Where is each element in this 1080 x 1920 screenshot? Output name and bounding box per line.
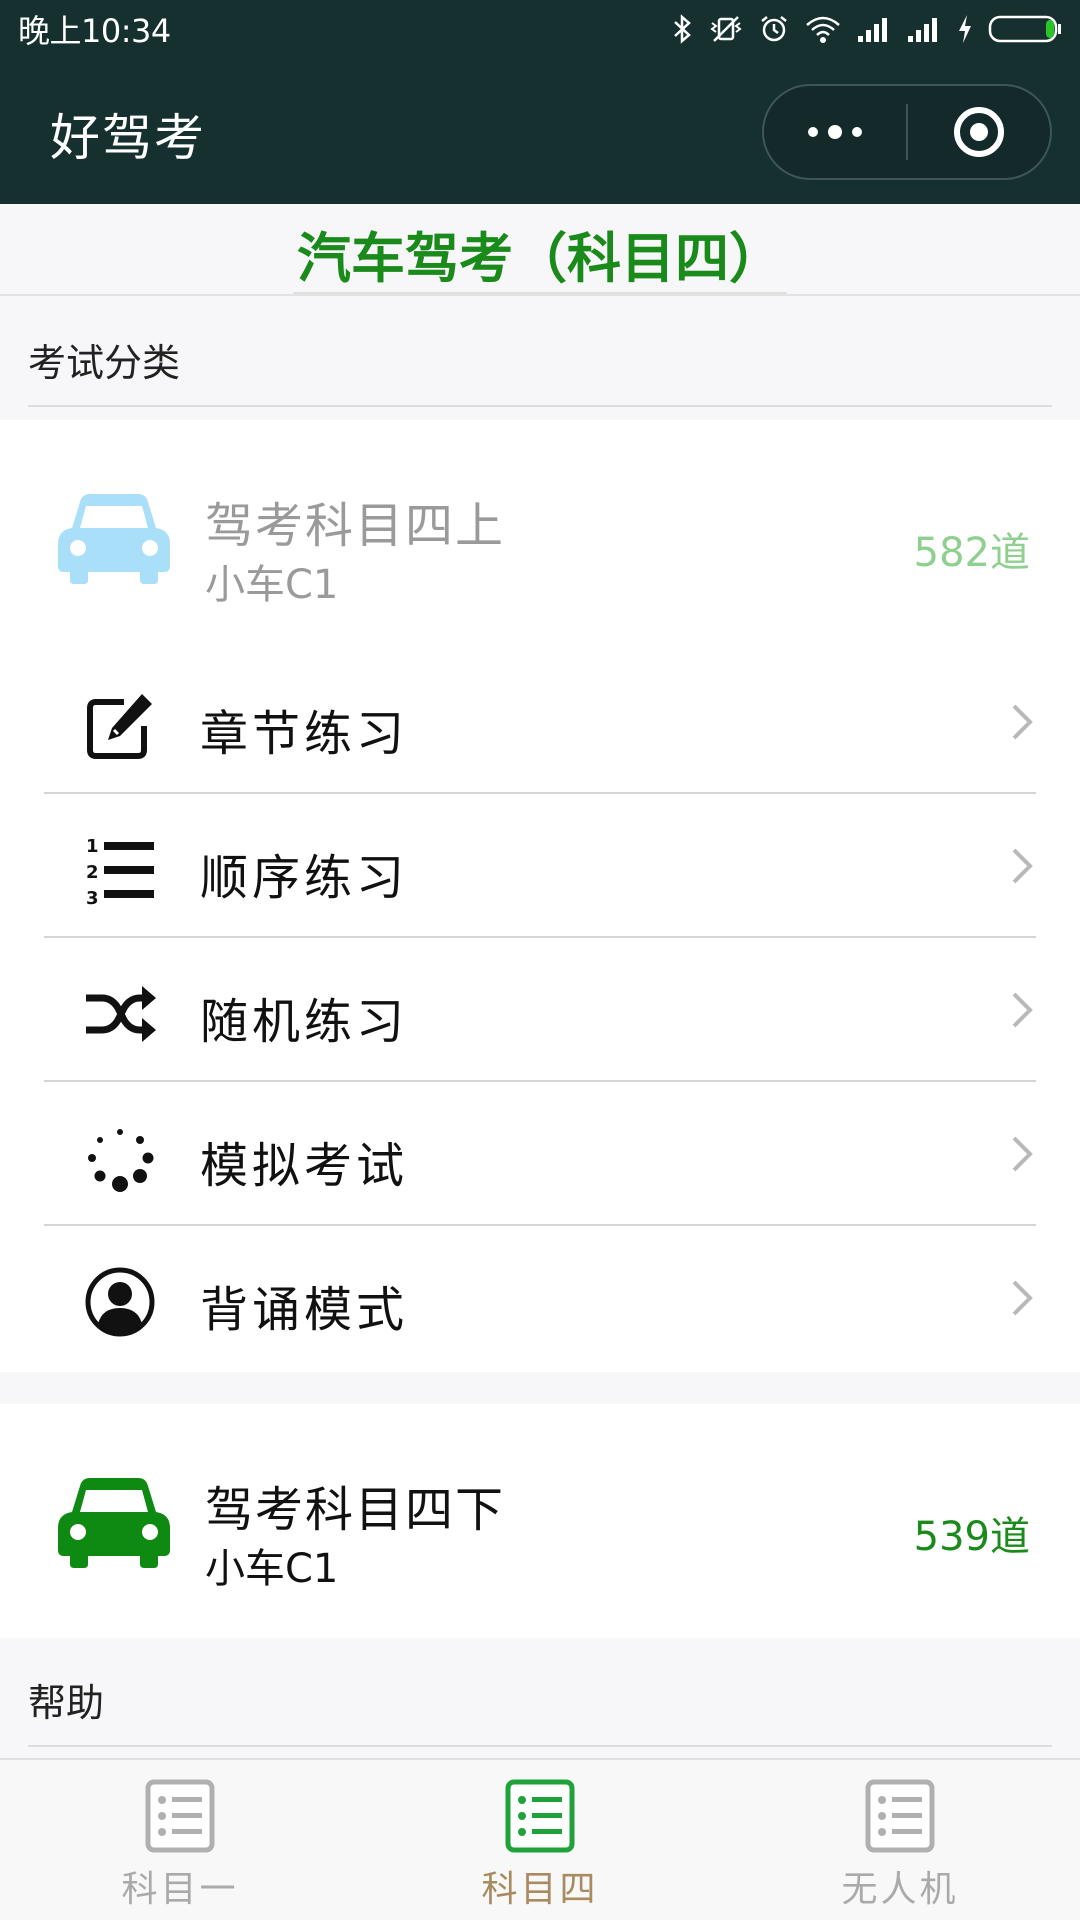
status-icons: [670, 13, 1062, 45]
target-icon: [953, 107, 1004, 157]
tab-label: 科目四: [481, 1869, 599, 1910]
edit-icon: [87, 694, 152, 759]
question-count: 582道: [913, 530, 1030, 576]
menu-item-random-practice[interactable]: 随机练习: [44, 938, 1036, 1082]
miniprogram-capsule: [762, 84, 1052, 180]
tab-label: 无人机: [841, 1869, 959, 1910]
practice-menu: 章节练习 1 2 3 顺序练习 随机练习 模拟考试 背诵模式: [0, 650, 1080, 1370]
chevron-right-icon: [1012, 1280, 1033, 1316]
close-miniprogram-button[interactable]: [908, 86, 1050, 178]
menu-item-recite-mode[interactable]: 背诵模式: [44, 1226, 1036, 1370]
section-exam-category: 考试分类: [28, 332, 1052, 407]
spinner-icon: [88, 1129, 154, 1192]
app-root: 晚上10:34 好驾考 汽车驾考（科目四） 考试分类 驾考科目四上 小车C1 5…: [0, 0, 1080, 1920]
signal-icon-2: [906, 14, 942, 44]
app-title: 好驾考: [50, 109, 206, 167]
checklist-icon: [145, 1779, 215, 1853]
chevron-right-icon: [1012, 1136, 1033, 1172]
tab-subject-four[interactable]: 科目四: [360, 1760, 720, 1920]
vibrate-off-icon: [708, 13, 744, 45]
svg-text:3: 3: [86, 888, 99, 906]
page-title: 汽车驾考（科目四）: [293, 214, 787, 294]
status-time: 晚上10:34: [18, 12, 171, 50]
battery-icon: [988, 14, 1062, 44]
tab-subject-one[interactable]: 科目一: [0, 1760, 360, 1920]
section-help: 帮助: [28, 1672, 1052, 1747]
checklist-icon: [865, 1779, 935, 1853]
menu-label: 模拟考试: [200, 1138, 409, 1194]
car-icon: [58, 1478, 170, 1568]
menu-label: 顺序练习: [200, 850, 409, 906]
exam-card-lower[interactable]: 驾考科目四下 小车C1 539道: [0, 1404, 1080, 1638]
tab-drone[interactable]: 无人机: [720, 1760, 1080, 1920]
menu-item-sequential-practice[interactable]: 1 2 3 顺序练习: [44, 794, 1036, 938]
status-bar: 晚上10:34: [0, 0, 1080, 58]
ordered-list-icon: 1 2 3: [86, 836, 154, 906]
chevron-right-icon: [1012, 704, 1033, 740]
question-count: 539道: [913, 1514, 1030, 1560]
exam-card-header[interactable]: 驾考科目四上 小车C1 582道: [0, 420, 1080, 650]
menu-label: 背诵模式: [200, 1282, 409, 1338]
card-subtitle: 小车C1: [205, 562, 339, 608]
chevron-right-icon: [1012, 848, 1033, 884]
exam-card-header: 驾考科目四下 小车C1 539道: [0, 1404, 1080, 1634]
menu-item-mock-exam[interactable]: 模拟考试: [44, 1082, 1036, 1226]
menu-label: 章节练习: [200, 706, 409, 762]
tab-bar: 科目一 科目四 无人机: [0, 1758, 1080, 1920]
svg-text:2: 2: [86, 862, 99, 883]
signal-icon-1: [856, 14, 892, 44]
wifi-icon: [804, 13, 842, 45]
user-circle-icon: [85, 1267, 155, 1337]
more-button[interactable]: [764, 86, 906, 178]
shuffle-icon: [86, 986, 156, 1042]
checklist-icon: [505, 1779, 575, 1853]
bluetooth-icon: [670, 13, 694, 45]
tab-label: 科目一: [121, 1869, 239, 1910]
alarm-icon: [758, 13, 790, 45]
nav-bar: 好驾考: [0, 58, 1080, 204]
more-dots-icon: [808, 125, 862, 139]
menu-label: 随机练习: [200, 994, 409, 1050]
menu-item-chapter-practice[interactable]: 章节练习: [44, 650, 1036, 794]
card-subtitle: 小车C1: [205, 1546, 339, 1592]
page-header: 汽车驾考（科目四）: [0, 204, 1080, 296]
exam-card-upper: 驾考科目四上 小车C1 582道 章节练习 1 2 3 顺序练习 随机练习 模拟…: [0, 420, 1080, 1372]
card-name: 驾考科目四上: [205, 498, 506, 554]
chevron-right-icon: [1012, 992, 1033, 1028]
charging-icon: [956, 13, 974, 45]
svg-text:1: 1: [86, 836, 99, 857]
card-name: 驾考科目四下: [205, 1482, 506, 1538]
car-icon: [58, 494, 170, 584]
